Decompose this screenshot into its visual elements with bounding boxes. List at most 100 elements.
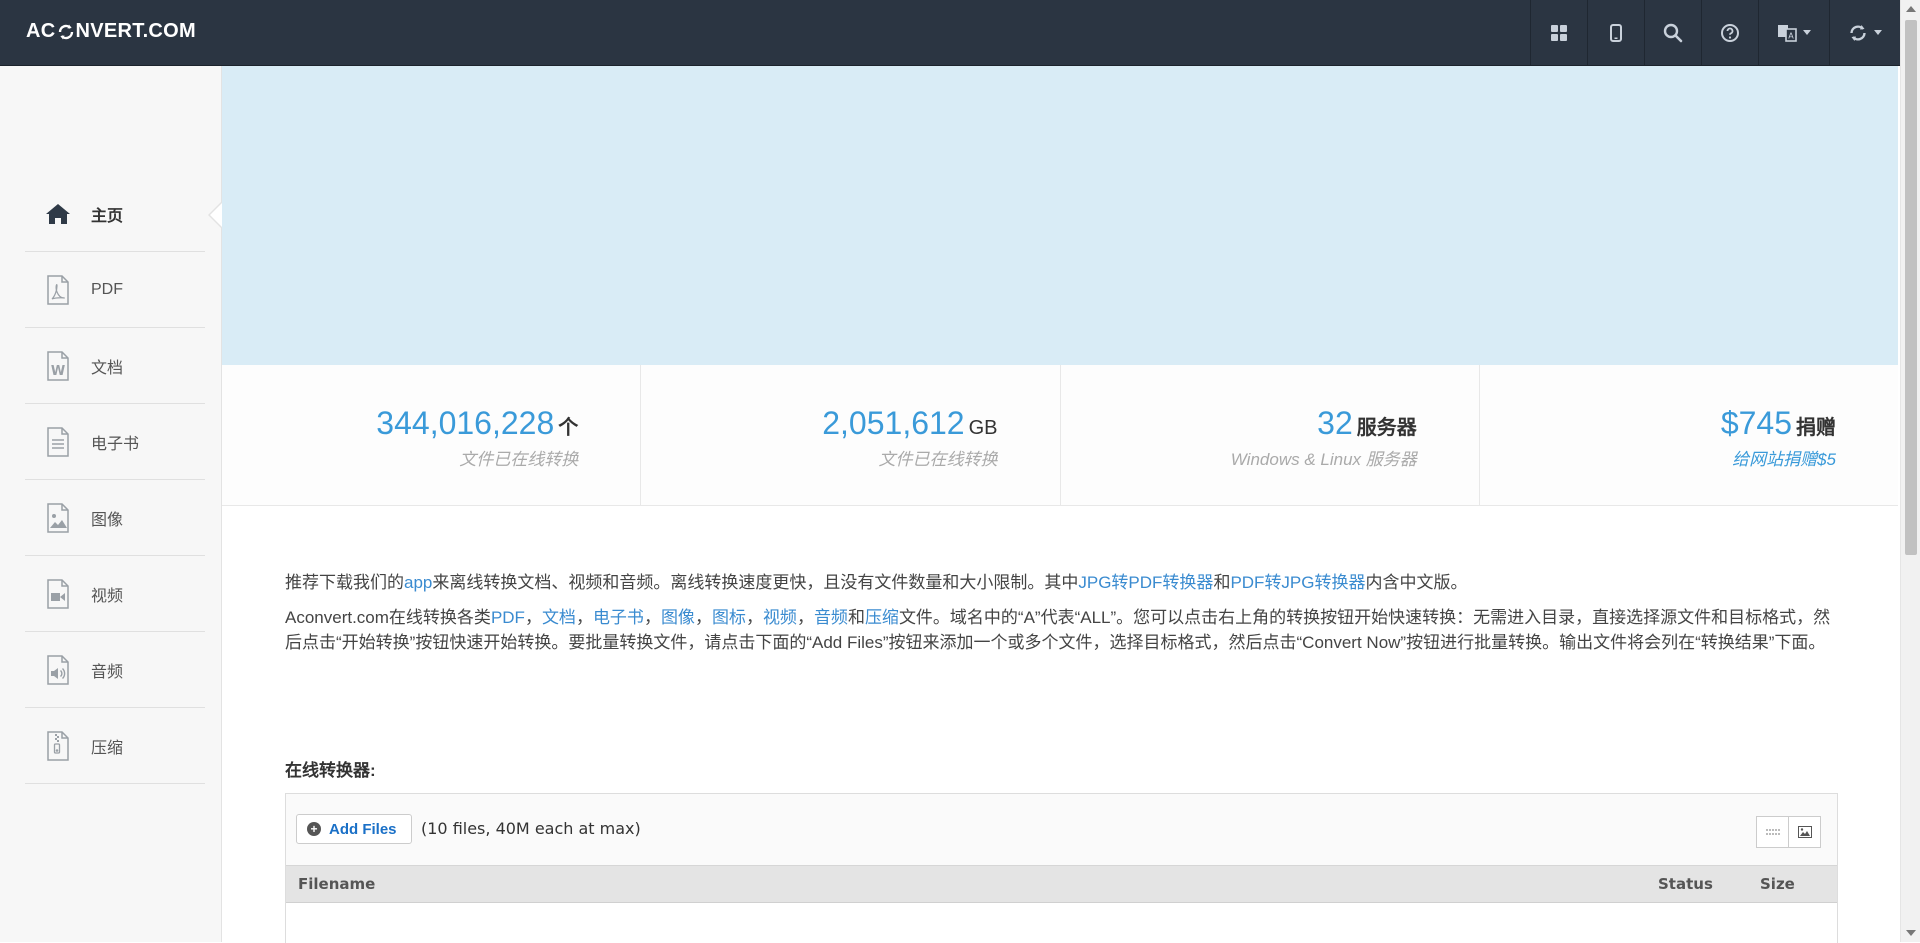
stat-unit: 个 — [558, 417, 579, 439]
separator: ， — [524, 608, 542, 627]
audio-link[interactable]: 音频 — [814, 608, 848, 627]
scrollbar-thumb[interactable] — [1905, 20, 1917, 555]
svg-text:W: W — [51, 364, 65, 379]
pdf-to-jpg-link[interactable]: PDF转JPG转换器 — [1230, 573, 1365, 592]
mobile-app-button[interactable] — [1587, 0, 1644, 65]
logo-suffix: NVERT.COM — [75, 20, 196, 42]
stat-value: $745 — [1720, 405, 1792, 441]
text: 和 — [847, 608, 865, 627]
add-files-button[interactable]: + Add Files — [296, 814, 412, 844]
sidebar-item-label: 文档 — [91, 359, 124, 377]
word-file-icon: W — [43, 350, 73, 381]
help-icon — [1721, 23, 1739, 42]
stats-row: 344,016,228 个 文件已在线转换 2,051,612 GB 文件已在线转换… — [222, 365, 1898, 506]
sidebar-item-label: 压缩 — [91, 739, 124, 757]
app-link[interactable]: app — [404, 573, 432, 592]
sidebar-item-label: 图像 — [91, 511, 124, 529]
stat-servers: 32 服务器 Windows & Linux 服务器 — [1061, 365, 1480, 505]
add-files-label: Add Files — [329, 820, 397, 838]
stat-files-converted: 344,016,228 个 文件已在线转换 — [222, 365, 642, 505]
search-button[interactable] — [1644, 0, 1701, 65]
converter-section-title: 在线转换器: — [285, 761, 376, 780]
sidebar: 主页 PDF W 文档 电子书 图像 视频 音频 压缩 — [0, 66, 222, 942]
stat-value: 32 — [1317, 405, 1353, 441]
convert-dropdown[interactable] — [1829, 0, 1900, 65]
intro-paragraph-1: 推荐下载我们的app来离线转换文档、视频和音频。离线转换速度更快，且没有文件数量… — [285, 570, 1837, 595]
upload-limit-note: (10 files, 40M each at max) — [421, 819, 641, 838]
video-file-icon — [43, 578, 73, 609]
pdf-link[interactable]: PDF — [491, 608, 525, 627]
stat-donations: $745 捐赠 给网站捐赠$5 — [1480, 365, 1898, 505]
text: 来离线转换文档、视频和音频。离线转换速度更快，且没有文件数量和大小限制。其中 — [432, 573, 1079, 592]
convert-refresh-icon — [1850, 24, 1866, 41]
file-table-header: Filename Status Size — [286, 865, 1837, 903]
ebook-link[interactable]: 电子书 — [593, 608, 644, 627]
stat-unit: 捐赠 — [1796, 417, 1836, 439]
column-filename: Filename — [298, 875, 376, 893]
image-link[interactable]: 图像 — [661, 608, 695, 627]
sidebar-item-pdf[interactable]: PDF — [25, 252, 205, 328]
sidebar-item-label: 主页 — [91, 207, 124, 225]
donate-link[interactable]: 给网站捐赠$5 — [1732, 445, 1836, 470]
document-link[interactable]: 文档 — [542, 608, 576, 627]
active-indicator — [208, 202, 222, 228]
archive-file-icon — [43, 730, 73, 761]
stat-unit: GB — [968, 417, 998, 439]
pdf-file-icon — [43, 274, 73, 305]
logo-refresh-icon — [57, 23, 75, 41]
column-size: Size — [1760, 875, 1795, 893]
thumbnail-view-button[interactable] — [1789, 816, 1821, 848]
sidebar-item-label: 音频 — [91, 663, 124, 681]
sidebar-item-label: PDF — [91, 280, 123, 298]
separator: ， — [745, 608, 763, 627]
svg-text:A: A — [1788, 31, 1794, 40]
home-icon — [43, 199, 73, 229]
text: 内含中文版。 — [1365, 573, 1468, 592]
text: Aconvert.com在线转换各类 — [285, 608, 491, 627]
ad-banner — [222, 66, 1898, 365]
scroll-up-icon[interactable] — [1906, 6, 1916, 12]
image-file-icon — [43, 502, 73, 533]
top-navbar: AC NVERT.COM A — [0, 0, 1900, 66]
ebook-file-icon — [43, 426, 73, 457]
language-dropdown[interactable]: A — [1758, 0, 1829, 65]
separator: ， — [575, 608, 593, 627]
search-icon — [1663, 23, 1683, 42]
list-view-icon — [1765, 829, 1780, 835]
stat-caption: Windows & Linux 服务器 — [1230, 450, 1417, 469]
sidebar-item-archive[interactable]: 压缩 — [25, 708, 205, 784]
sidebar-nav: 主页 PDF W 文档 电子书 图像 视频 音频 压缩 — [25, 176, 222, 784]
stat-value: 2,051,612 — [822, 405, 965, 441]
sidebar-item-label: 视频 — [91, 587, 124, 605]
site-logo[interactable]: AC NVERT.COM — [26, 20, 196, 43]
stat-value: 344,016,228 — [376, 405, 555, 441]
list-view-button[interactable] — [1756, 816, 1789, 848]
icon-link[interactable]: 图标 — [712, 608, 746, 627]
jpg-to-pdf-link[interactable]: JPG转PDF转换器 — [1078, 573, 1213, 592]
sidebar-item-label: 电子书 — [91, 435, 140, 453]
view-toggle — [1756, 816, 1821, 848]
image-icon — [1797, 826, 1812, 838]
column-status: Status — [1658, 875, 1713, 893]
separator: ， — [643, 608, 661, 627]
apps-grid-button[interactable] — [1530, 0, 1587, 65]
sidebar-item-document[interactable]: W 文档 — [25, 328, 205, 404]
logo-prefix: AC — [26, 20, 56, 42]
sidebar-item-home[interactable]: 主页 — [25, 176, 222, 252]
help-button[interactable] — [1701, 0, 1758, 65]
sidebar-item-video[interactable]: 视频 — [25, 556, 205, 632]
sidebar-item-image[interactable]: 图像 — [25, 480, 205, 556]
video-link[interactable]: 视频 — [763, 608, 797, 627]
separator: ， — [796, 608, 814, 627]
scroll-down-icon[interactable] — [1906, 930, 1916, 936]
sidebar-item-ebook[interactable]: 电子书 — [25, 404, 205, 480]
text: 和 — [1213, 573, 1231, 592]
file-uploader: + Add Files (10 files, 40M each at max) … — [285, 793, 1838, 943]
page-scrollbar[interactable] — [1900, 0, 1920, 942]
audio-file-icon — [43, 654, 73, 685]
text: 推荐下载我们的 — [285, 573, 404, 592]
apps-grid-icon — [1551, 24, 1567, 41]
sidebar-item-audio[interactable]: 音频 — [25, 632, 205, 708]
file-table-body[interactable] — [286, 903, 1837, 943]
archive-link[interactable]: 压缩 — [865, 608, 899, 627]
